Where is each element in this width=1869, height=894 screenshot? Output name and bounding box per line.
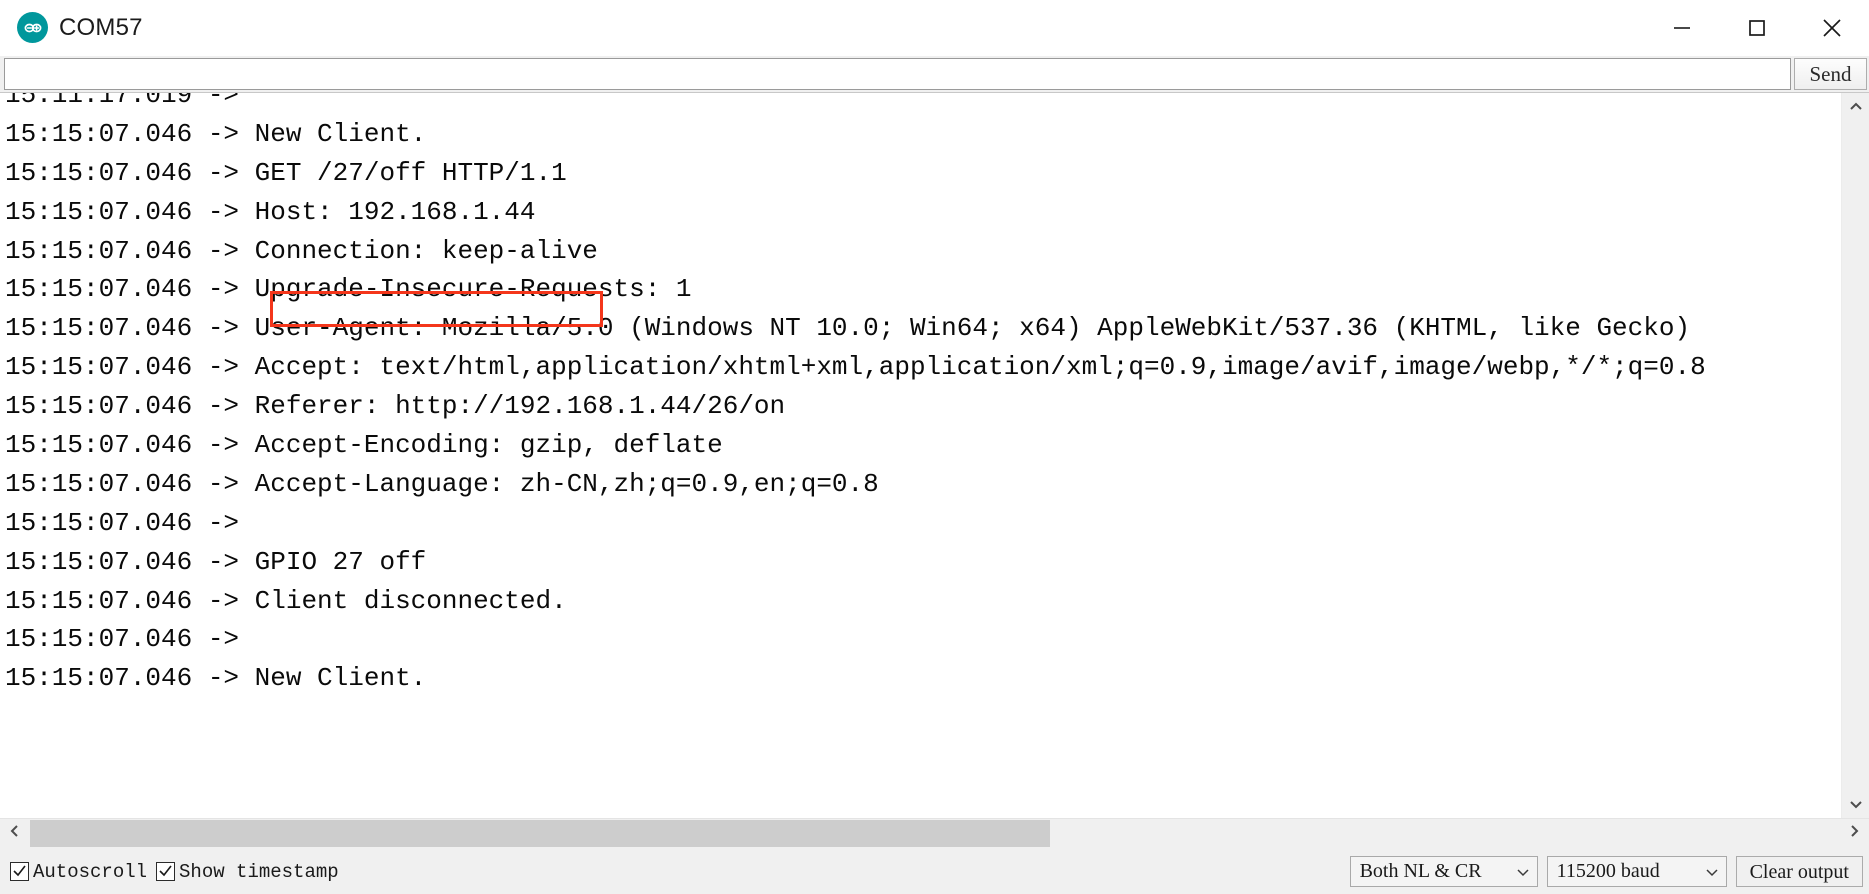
log-line: 15:15:07.046 -> GPIO 27 off — [5, 546, 427, 577]
horizontal-scrollbar[interactable] — [0, 818, 1869, 849]
log-line: 15:15:07.046 -> Accept-Encoding: gzip, d… — [5, 430, 723, 461]
log-line-highlighted: 15:15:07.046 -> Host: 192.168.1.44 — [5, 196, 536, 227]
autoscroll-checkbox-group[interactable]: Autoscroll — [10, 861, 147, 883]
chevron-left-icon — [7, 823, 23, 844]
log-line: 15:15:07.046 -> Upgrade-Insecure-Request… — [5, 274, 692, 305]
baud-rate-select[interactable]: 115200 baud — [1546, 856, 1727, 887]
maximize-button[interactable] — [1719, 0, 1794, 56]
show-timestamp-checkbox[interactable] — [156, 862, 176, 881]
maximize-icon — [1746, 17, 1768, 39]
log-line: 15:15:07.046 -> Referer: http://192.168.… — [5, 391, 786, 422]
minimize-icon — [1671, 17, 1693, 39]
horizontal-scroll-track[interactable] — [30, 818, 1839, 849]
log-line: 15:15:07.046 -> Connection: keep-alive — [5, 235, 598, 266]
scroll-left-button[interactable] — [0, 818, 30, 849]
close-button[interactable] — [1794, 0, 1869, 56]
line-ending-select[interactable]: Both NL & CR — [1349, 856, 1538, 887]
horizontal-scroll-thumb[interactable] — [30, 819, 1050, 847]
show-timestamp-label: Show timestamp — [179, 860, 339, 883]
baud-rate-value: 115200 baud — [1556, 860, 1660, 882]
scroll-up-button[interactable] — [1841, 93, 1869, 121]
chevron-up-icon — [1848, 99, 1864, 115]
log-line: 15:15:07.046 -> Accept-Language: zh-CN,z… — [5, 468, 879, 499]
title-bar: COM57 — [0, 0, 1869, 56]
serial-monitor-window: COM57 Send 15:11:17.019 -> 15:15:07.046 … — [0, 0, 1869, 894]
chevron-down-icon — [1515, 864, 1531, 880]
check-icon — [12, 864, 27, 879]
title-bar-left: COM57 — [0, 12, 143, 43]
log-line: 15:15:07.046 -> New Client. — [5, 118, 427, 149]
console-area: 15:11:17.019 -> 15:15:07.046 -> New Clie… — [0, 92, 1869, 818]
log-line: 15:15:07.046 -> GET /27/off HTTP/1.1 — [5, 157, 567, 188]
vertical-scrollbar[interactable] — [1841, 93, 1869, 818]
clear-output-button[interactable]: Clear output — [1735, 856, 1863, 887]
close-icon — [1820, 16, 1844, 40]
scroll-right-button[interactable] — [1839, 818, 1869, 849]
window-controls — [1644, 0, 1869, 56]
send-row: Send — [0, 56, 1869, 92]
log-line: 15:15:07.046 -> New Client. — [5, 663, 427, 694]
check-icon — [158, 864, 173, 879]
autoscroll-label: Autoscroll — [33, 860, 148, 883]
scroll-down-button[interactable] — [1841, 790, 1869, 818]
minimize-button[interactable] — [1644, 0, 1719, 56]
log-line: 15:15:07.046 -> User-Agent: Mozilla/5.0 … — [5, 313, 1691, 344]
chevron-down-icon — [1704, 864, 1720, 880]
log-line: 15:15:07.046 -> — [5, 624, 240, 655]
show-timestamp-checkbox-group[interactable]: Show timestamp — [156, 861, 339, 883]
window-title: COM57 — [59, 13, 143, 41]
log-line: 15:15:07.046 -> Client disconnected. — [5, 585, 567, 616]
serial-output[interactable]: 15:11:17.019 -> 15:15:07.046 -> New Clie… — [0, 93, 1841, 818]
serial-output-lines: 15:11:17.019 -> 15:15:07.046 -> New Clie… — [5, 93, 1841, 698]
chevron-down-icon — [1848, 796, 1864, 812]
log-line: 15:11:17.019 -> — [5, 93, 240, 110]
autoscroll-checkbox[interactable] — [10, 862, 29, 881]
status-bar: Autoscroll Show timestamp Both NL & CR 1… — [0, 848, 1869, 894]
arduino-logo-icon — [17, 12, 48, 43]
log-line: 15:15:07.046 -> — [5, 507, 240, 538]
send-button[interactable]: Send — [1794, 58, 1867, 90]
chevron-right-icon — [1846, 823, 1862, 844]
line-ending-value: Both NL & CR — [1359, 860, 1482, 882]
log-line: 15:15:07.046 -> Accept: text/html,applic… — [5, 352, 1706, 383]
send-input[interactable] — [4, 58, 1791, 90]
